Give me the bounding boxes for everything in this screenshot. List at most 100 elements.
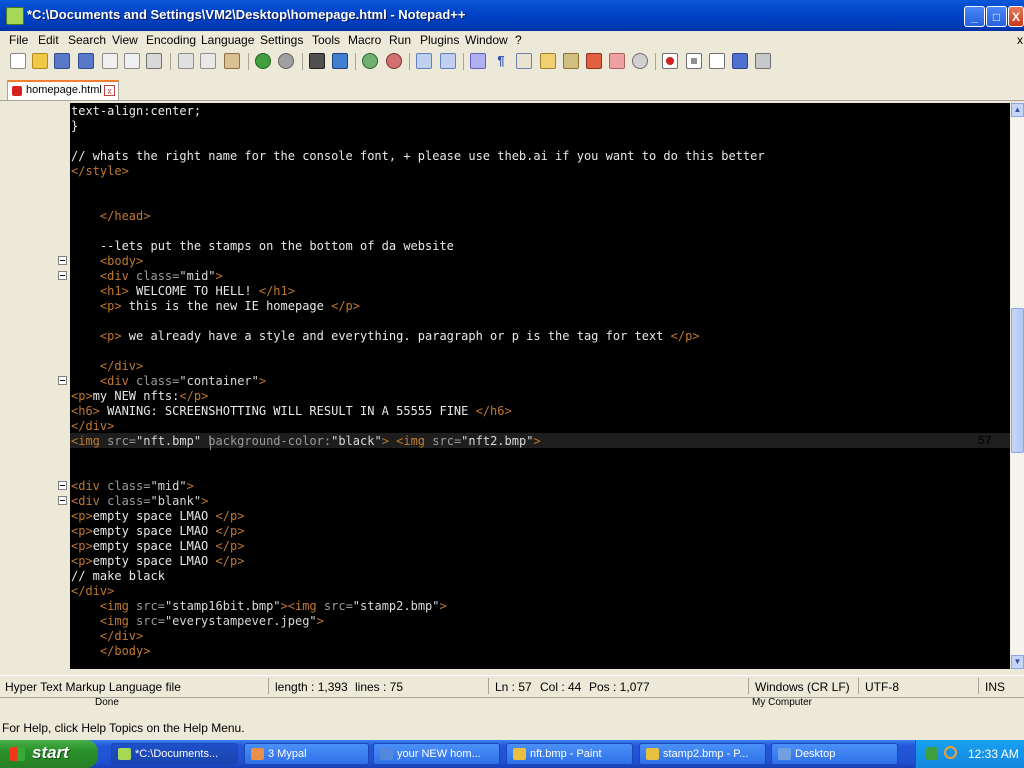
taskbar-item-paint-nft[interactable]: nft.bmp - Paint [506, 743, 633, 765]
undo-icon[interactable] [255, 53, 271, 69]
help-statusbar: For Help, click Help Topics on the Help … [0, 712, 1024, 742]
desktop-icon [778, 748, 791, 760]
print-icon[interactable] [146, 53, 162, 69]
line-number: 66 [977, 569, 992, 583]
line-number: 59 [977, 464, 992, 478]
tab-close-icon[interactable]: x [104, 85, 115, 96]
line-number: 70 [977, 629, 992, 643]
scroll-down-icon[interactable]: ▼ [1011, 655, 1024, 669]
fold-marker[interactable] [58, 376, 67, 385]
play-macro-icon[interactable] [709, 53, 725, 69]
maximize-button[interactable]: □ [986, 6, 1007, 27]
menu-macro[interactable]: Macro [348, 33, 381, 47]
line-number: 48 [977, 299, 992, 313]
cut-icon[interactable] [178, 53, 194, 69]
record-macro-icon[interactable] [662, 53, 678, 69]
code-line: <p>empty space LMAO </p> [71, 524, 245, 538]
line-number: 53 [977, 374, 992, 388]
code-line: } [71, 119, 79, 133]
new-file-icon[interactable] [10, 53, 26, 69]
menu-view[interactable]: View [112, 33, 138, 47]
line-number: 71 [977, 644, 992, 658]
replace-icon[interactable] [332, 53, 348, 69]
function-list-icon[interactable] [586, 53, 602, 69]
folder-workspace-icon[interactable] [609, 53, 625, 69]
udl-icon[interactable] [540, 53, 556, 69]
title-bar[interactable]: *C:\Documents and Settings\VM2\Desktop\h… [0, 0, 1024, 31]
code-line: <h1> WELCOME TO HELL! </h1> [71, 284, 295, 298]
sync-v-icon[interactable] [416, 53, 432, 69]
fold-marker[interactable] [58, 256, 67, 265]
taskbar-item-mypal[interactable]: 3 Mypal [244, 743, 369, 765]
fold-marker[interactable] [58, 496, 67, 505]
find-icon[interactable] [309, 53, 325, 69]
paste-icon[interactable] [224, 53, 240, 69]
notepadpp-icon [118, 748, 131, 760]
status-lines: lines : 75 [355, 680, 404, 694]
stop-macro-icon[interactable] [686, 53, 702, 69]
line-number: 40 [977, 179, 992, 193]
menu-help[interactable]: ? [515, 33, 522, 47]
close-all-icon[interactable] [124, 53, 140, 69]
save-icon[interactable] [54, 53, 70, 69]
menu-file[interactable]: File [9, 33, 28, 47]
menu-tools[interactable]: Tools [312, 33, 340, 47]
close-button[interactable]: X [1008, 6, 1024, 27]
zoom-out-icon[interactable] [386, 53, 402, 69]
status-encoding: UTF-8 [865, 680, 899, 694]
line-number: 44 [977, 239, 992, 253]
start-button[interactable]: start [0, 740, 98, 768]
menu-search[interactable]: Search [68, 33, 106, 47]
scroll-up-icon[interactable]: ▲ [1011, 103, 1024, 117]
start-label: start [32, 743, 69, 762]
menu-run[interactable]: Run [389, 33, 411, 47]
taskbar-item-desktop[interactable]: Desktop [771, 743, 898, 765]
save-all-icon[interactable] [78, 53, 94, 69]
menu-plugins[interactable]: Plugins [420, 33, 459, 47]
status-insert-mode: INS [985, 680, 1006, 694]
all-chars-icon[interactable]: ¶ [493, 53, 509, 69]
run-macro-icon[interactable] [732, 53, 748, 69]
menu-window[interactable]: Window [465, 33, 508, 47]
code-line: <body> [71, 254, 144, 268]
save-macro-icon[interactable] [755, 53, 771, 69]
code-line: // whats the right name for the console … [71, 149, 765, 163]
search-icon[interactable] [944, 746, 957, 759]
redo-icon[interactable] [278, 53, 294, 69]
scroll-thumb[interactable] [1011, 308, 1024, 453]
code-line: </div> [71, 359, 144, 373]
taskbar-item-notepadpp[interactable]: *C:\Documents... [111, 743, 238, 765]
paint-icon [513, 748, 526, 760]
taskbar-item-paint-stamp2[interactable]: stamp2.bmp - P... [639, 743, 766, 765]
fold-marker[interactable] [58, 271, 67, 280]
indent-guide-icon[interactable] [516, 53, 532, 69]
taskbar-item-browser[interactable]: your NEW hom... [373, 743, 500, 765]
fold-marker[interactable] [58, 481, 67, 490]
menu-settings[interactable]: Settings [260, 33, 303, 47]
code-line: </style> [71, 164, 129, 178]
line-number: 63 [977, 524, 992, 538]
line-number: 50 [977, 329, 992, 343]
menu-close-doc[interactable]: x [1017, 33, 1023, 47]
copy-icon[interactable] [200, 53, 216, 69]
minimize-button[interactable]: _ [964, 6, 985, 27]
menu-language[interactable]: Language [201, 33, 254, 47]
close-icon[interactable] [102, 53, 118, 69]
sync-h-icon[interactable] [440, 53, 456, 69]
code-editor[interactable]: 35 36 37 38 39 40 41 42 43 44 45 46 47 4… [8, 103, 1010, 669]
vertical-scrollbar[interactable]: ▲ ▼ [1011, 103, 1024, 669]
doc-map-icon[interactable] [563, 53, 579, 69]
zoom-in-icon[interactable] [362, 53, 378, 69]
open-icon[interactable] [32, 53, 48, 69]
status-length: length : 1,393 [275, 680, 348, 694]
monitor-icon[interactable] [632, 53, 648, 69]
menu-edit[interactable]: Edit [38, 33, 59, 47]
tab-homepage[interactable]: homepage.html x [7, 80, 119, 100]
line-number: 42 [977, 209, 992, 223]
wrap-icon[interactable] [470, 53, 486, 69]
code-line: <p>empty space LMAO </p> [71, 509, 245, 523]
line-number: 60 [977, 479, 992, 493]
network-icon[interactable] [926, 747, 938, 760]
menu-encoding[interactable]: Encoding [146, 33, 196, 47]
line-number: 38 [977, 149, 992, 163]
